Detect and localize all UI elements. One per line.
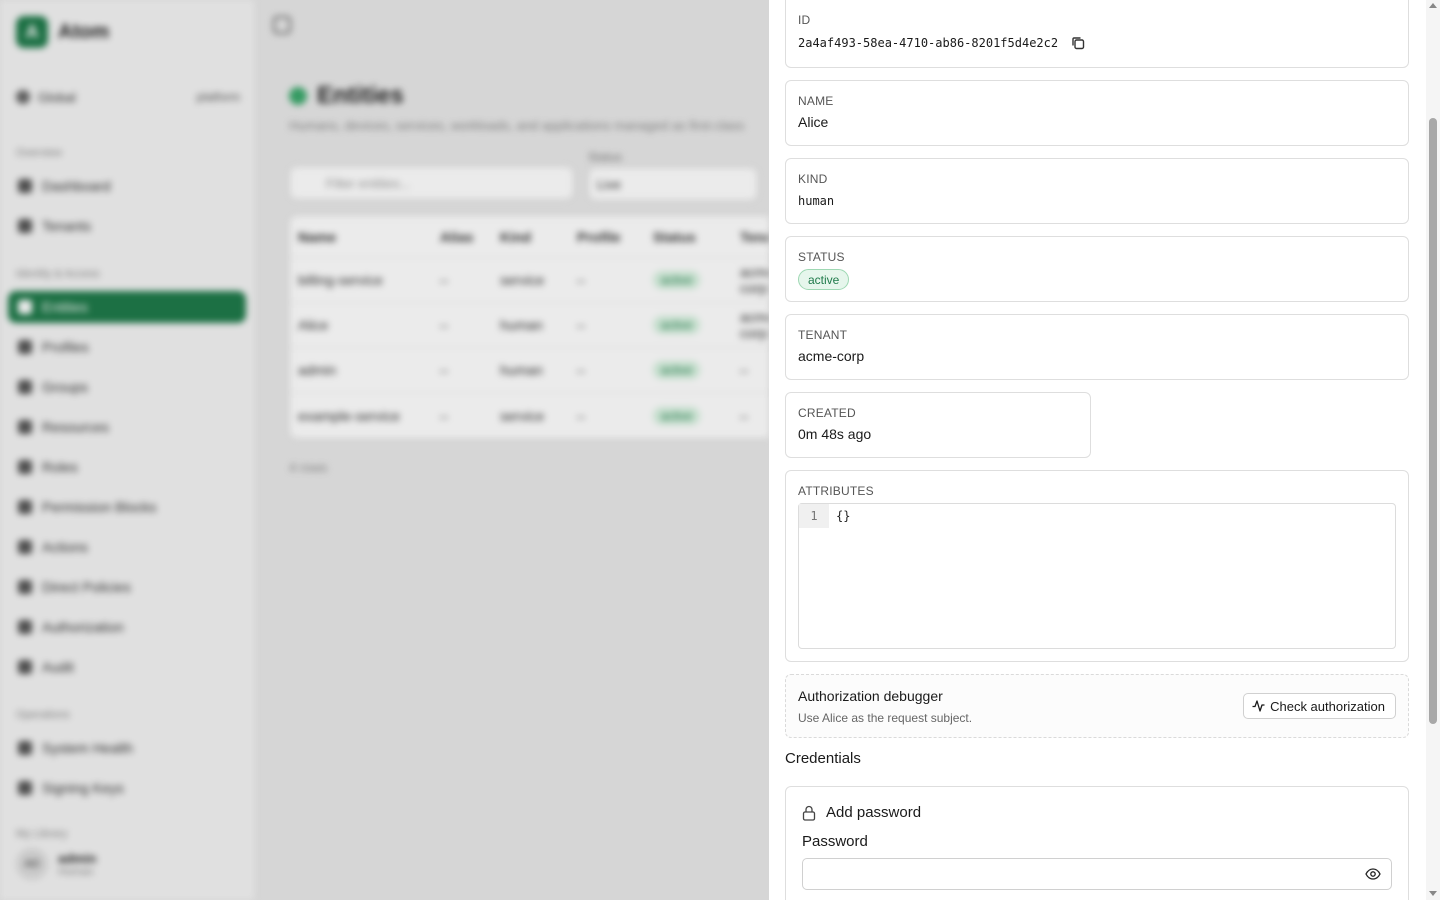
credentials-heading: Credentials <box>785 750 861 767</box>
entity-detail-sheet: ID 2a4af493-58ea-4710-ab86-8201f5d4e2c2 … <box>769 0 1440 900</box>
kind-label: KIND <box>798 172 828 186</box>
tenant-value: acme-corp <box>798 348 865 364</box>
attributes-label: ATTRIBUTES <box>798 484 874 498</box>
name-label: NAME <box>798 94 834 108</box>
password-input[interactable] <box>802 858 1392 890</box>
id-value: 2a4af493-58ea-4710-ab86-8201f5d4e2c2 <box>798 36 1059 50</box>
sheet-overlay[interactable] <box>0 0 769 900</box>
check-authorization-label: Check authorization <box>1270 698 1385 714</box>
debugger-title: Authorization debugger <box>798 688 943 704</box>
created-label: CREATED <box>798 406 856 420</box>
id-label: ID <box>798 13 811 27</box>
scroll-down-arrow-icon[interactable] <box>1429 891 1437 896</box>
attributes-field-card: ATTRIBUTES 1 {} <box>785 470 1409 662</box>
activity-icon <box>1252 700 1265 712</box>
line-number: 1 <box>799 504 829 528</box>
kind-value: human <box>798 194 835 208</box>
attributes-editor[interactable]: 1 {} <box>798 503 1396 649</box>
name-value: Alice <box>798 114 829 130</box>
add-password-title: Add password <box>826 804 922 821</box>
eye-icon[interactable] <box>1365 867 1381 881</box>
tenant-label: TENANT <box>798 328 848 342</box>
status-badge: active <box>798 269 850 290</box>
attributes-code[interactable]: {} <box>836 504 850 528</box>
status-field-card: STATUS active <box>785 236 1409 302</box>
add-password-card: Add password Password <box>785 786 1409 900</box>
authorization-debugger: Authorization debugger Use Alice as the … <box>785 674 1409 738</box>
scroll-up-arrow-icon[interactable] <box>1429 3 1437 8</box>
add-password-header: Add password <box>802 804 921 821</box>
kind-field-card: KIND human <box>785 158 1409 224</box>
debugger-subtitle: Use Alice as the request subject. <box>798 711 973 725</box>
created-value: 0m 48s ago <box>798 426 872 442</box>
copy-icon[interactable] <box>1071 36 1085 50</box>
sheet-scrollbar[interactable] <box>1426 0 1440 900</box>
scrollbar-thumb[interactable] <box>1429 118 1437 724</box>
check-authorization-button[interactable]: Check authorization <box>1243 693 1396 719</box>
status-label: STATUS <box>798 250 845 264</box>
name-field-card: NAME Alice <box>785 80 1409 146</box>
id-field-card: ID 2a4af493-58ea-4710-ab86-8201f5d4e2c2 <box>785 0 1409 68</box>
password-label: Password <box>802 833 868 850</box>
created-field-card: CREATED 0m 48s ago <box>785 392 1091 458</box>
tenant-field-card: TENANT acme-corp <box>785 314 1409 380</box>
lock-icon <box>802 805 816 821</box>
